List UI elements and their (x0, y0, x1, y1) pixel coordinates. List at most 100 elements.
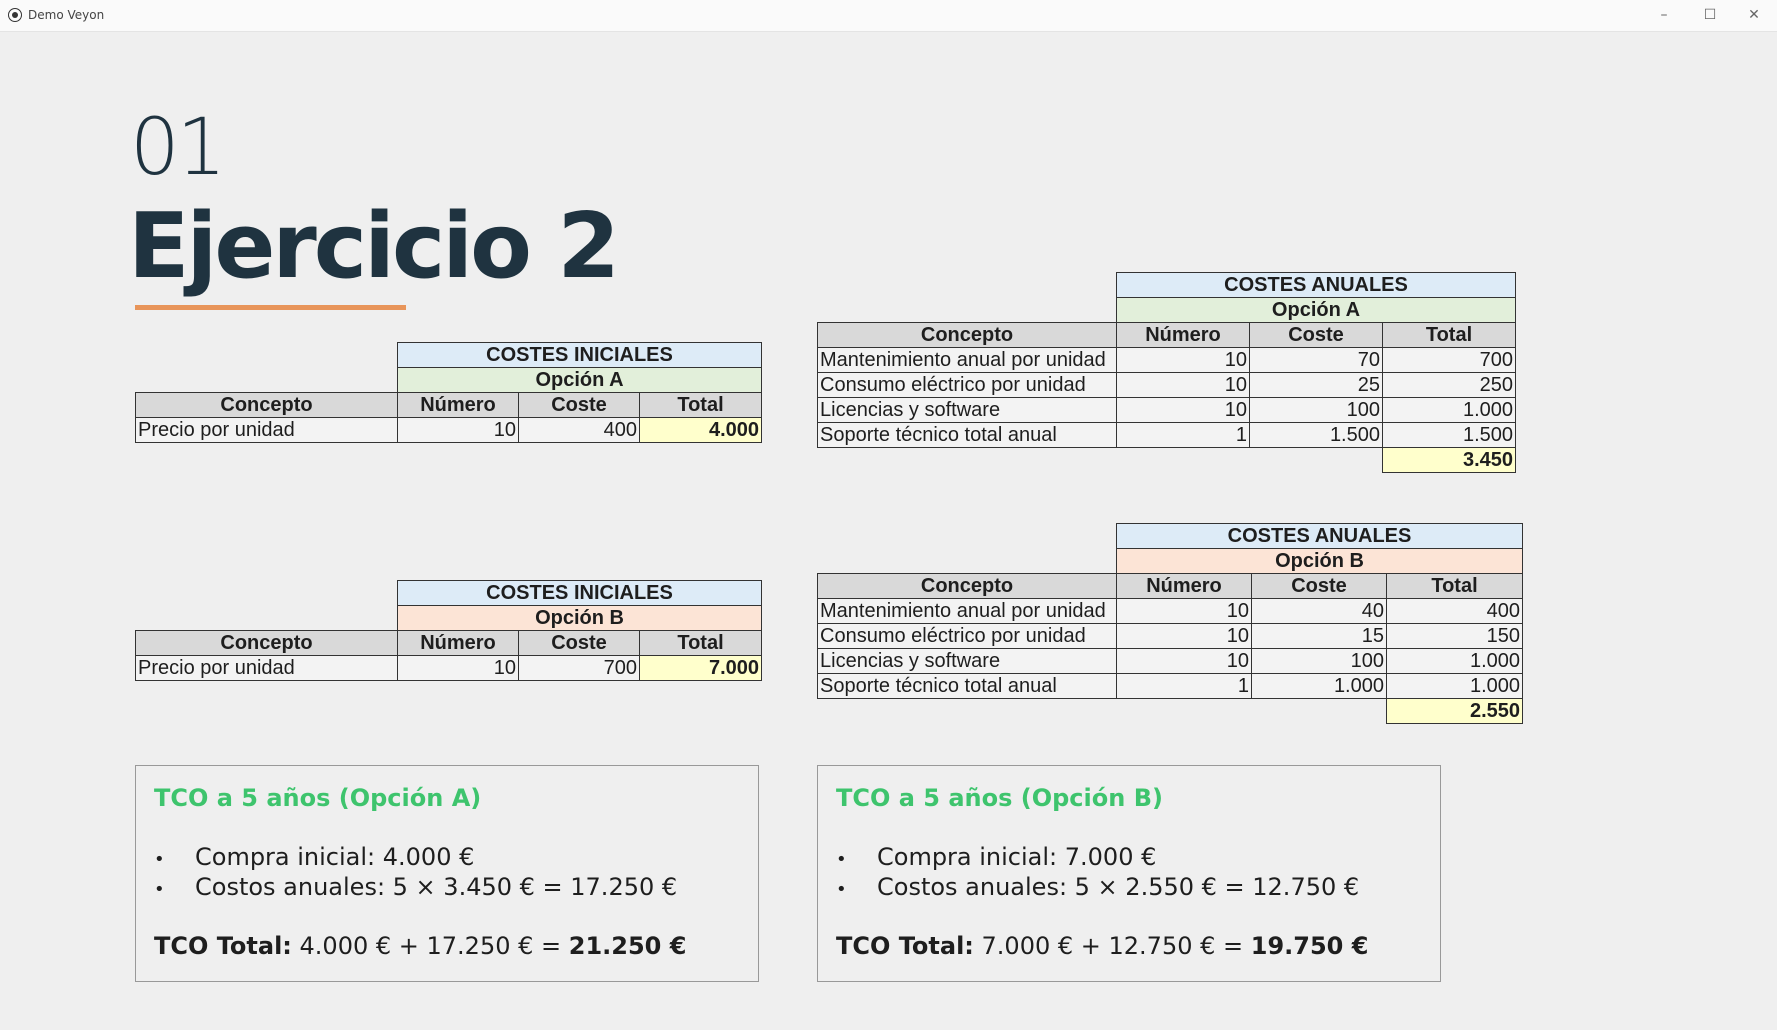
tco-total-line: TCO Total: 4.000 € + 17.250 € = 21.250 € (154, 932, 686, 960)
blank-cell (818, 549, 1117, 574)
cell-total: 7.000 (638, 655, 763, 681)
minimize-button[interactable]: – (1641, 0, 1687, 31)
cell-number: 10 (397, 417, 519, 443)
list-item-text: Compra inicial: 7.000 € (877, 843, 1157, 871)
cell-cost: 1.000 (1251, 673, 1387, 699)
cell-total: 1.000 (1381, 397, 1517, 423)
cell-number: 10 (397, 655, 519, 681)
column-header: Concepto (817, 322, 1117, 348)
cell-number: 10 (1116, 648, 1252, 674)
cell-number: 10 (1116, 598, 1252, 624)
option-label: Opción B (396, 605, 763, 631)
blank-cell (136, 606, 398, 631)
column-header: Concepto (135, 392, 398, 418)
list-item-text: Costos anuales: 5 × 2.550 € = 12.750 € (877, 873, 1360, 901)
column-header: Total (638, 392, 763, 418)
cell-concept: Licencias y software (817, 397, 1117, 423)
blank-cell (818, 524, 1117, 549)
table-row: Licencias y software 10 100 1.000 (817, 397, 1517, 423)
list-item: • Costos anuales: 5 × 3.450 € = 17.250 € (154, 872, 677, 902)
cell-cost: 25 (1249, 372, 1383, 398)
cell-cost: 100 (1251, 648, 1387, 674)
tco-total-label: TCO Total: (836, 932, 974, 960)
table-heading: COSTES ANUALES (1115, 272, 1517, 298)
initial-costs-table-b: COSTES INICIALES Opción B Concepto Númer… (135, 580, 763, 681)
cell-total: 1.000 (1385, 673, 1524, 699)
tco-title: TCO a 5 años (Opción B) (836, 784, 1163, 812)
list-item-text: Costos anuales: 5 × 3.450 € = 17.250 € (195, 873, 678, 901)
bullet: • (836, 879, 847, 900)
blank-cell (136, 343, 398, 368)
table-row: Soporte técnico total anual 1 1.500 1.50… (817, 422, 1517, 448)
column-header: Número (1116, 322, 1250, 348)
grand-total-cell: 3.450 (1381, 447, 1517, 473)
cell-cost: 1.500 (1249, 422, 1383, 448)
table-row: Consumo eléctrico por unidad 10 15 150 (817, 623, 1524, 649)
cell-concept: Consumo eléctrico por unidad (817, 623, 1117, 649)
tco-total-expression: 7.000 € + 12.750 € = (973, 932, 1251, 960)
cell-cost: 70 (1249, 347, 1383, 373)
option-label: Opción A (1115, 297, 1517, 323)
window-title: Demo Veyon (28, 8, 105, 22)
column-header: Total (1385, 573, 1524, 599)
column-header: Concepto (135, 630, 398, 656)
cell-total: 1.000 (1385, 648, 1524, 674)
blank-cell (818, 448, 1117, 473)
bullet: • (154, 849, 165, 870)
cell-number: 10 (1116, 623, 1252, 649)
table-row: Licencias y software 10 100 1.000 (817, 648, 1524, 674)
cell-cost: 700 (518, 655, 640, 681)
tco-list: • Compra inicial: 7.000 € • Costos anuales… (836, 842, 1359, 902)
blank-cell (818, 699, 1117, 724)
option-label: Opción A (396, 367, 763, 393)
bullet: • (836, 849, 847, 870)
table-row: Soporte técnico total anual 1 1.000 1.00… (817, 673, 1524, 699)
initial-costs-table-a: COSTES INICIALES Opción A Concepto Númer… (135, 342, 763, 443)
cell-concept: Precio por unidad (135, 655, 398, 681)
cell-cost: 100 (1249, 397, 1383, 423)
window-titlebar: Demo Veyon – ☐ ✕ (0, 0, 1777, 32)
cell-total: 150 (1385, 623, 1524, 649)
option-label: Opción B (1115, 548, 1524, 574)
grand-total-cell: 2.550 (1385, 698, 1524, 724)
cell-concept: Precio por unidad (135, 417, 398, 443)
close-button[interactable]: ✕ (1731, 0, 1777, 31)
blank-cell (818, 273, 1117, 298)
cell-number: 10 (1116, 347, 1250, 373)
column-header: Número (397, 630, 519, 656)
cell-total: 700 (1381, 347, 1517, 373)
blank-cell (136, 581, 398, 606)
column-header: Número (1116, 573, 1252, 599)
list-item: • Compra inicial: 7.000 € (836, 842, 1359, 872)
bullet: • (154, 879, 165, 900)
list-item-text: Compra inicial: 4.000 € (195, 843, 475, 871)
tco-total-value: 21.250 € (568, 932, 687, 960)
maximize-button[interactable]: ☐ (1687, 0, 1733, 31)
column-header: Coste (518, 392, 640, 418)
cell-number: 1 (1116, 673, 1252, 699)
column-header: Coste (1249, 322, 1383, 348)
cell-concept: Soporte técnico total anual (817, 422, 1117, 448)
cell-number: 10 (1116, 397, 1250, 423)
cell-number: 1 (1116, 422, 1250, 448)
veyon-eye-icon (8, 8, 22, 22)
tco-title: TCO a 5 años (Opción A) (154, 784, 482, 812)
cell-cost: 15 (1251, 623, 1387, 649)
tco-total-value: 19.750 € (1250, 932, 1369, 960)
slide-title: Ejercicio 2 (128, 194, 620, 299)
table-row: Consumo eléctrico por unidad 10 25 250 (817, 372, 1517, 398)
cell-cost: 40 (1251, 598, 1387, 624)
cell-concept: Consumo eléctrico por unidad (817, 372, 1117, 398)
blank-cell (818, 298, 1117, 323)
cell-total: 4.000 (638, 417, 763, 443)
annual-costs-table-a: COSTES ANUALES Opción A Concepto Número … (817, 272, 1517, 473)
tco-total-expression: 4.000 € + 17.250 € = (291, 932, 569, 960)
blank-cell (1117, 448, 1250, 473)
list-item: • Costos anuales: 5 × 2.550 € = 12.750 € (836, 872, 1359, 902)
table-row: Mantenimiento anual por unidad 10 40 400 (817, 598, 1524, 624)
cell-number: 10 (1116, 372, 1250, 398)
table-row: Mantenimiento anual por unidad 10 70 700 (817, 347, 1517, 373)
column-header: Coste (518, 630, 640, 656)
table-row: Precio por unidad 10 700 7.000 (135, 655, 763, 681)
cell-total: 1.500 (1381, 422, 1517, 448)
